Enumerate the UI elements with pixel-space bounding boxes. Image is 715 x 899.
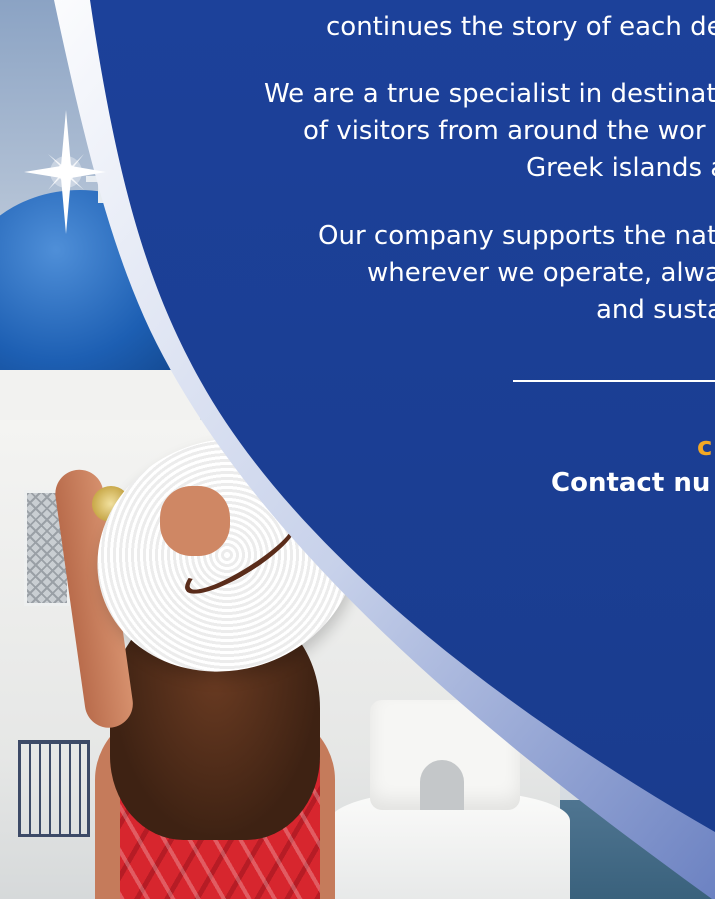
support-text-line-1: Our company supports the nat (318, 221, 715, 251)
page: continues the story of each de We are a … (0, 0, 715, 899)
intro-text-line-1: continues the story of each de (326, 12, 715, 42)
specialist-text-line-1: We are a true specialist in destinat (264, 79, 715, 109)
accent-heading-fragment: c (697, 432, 713, 462)
support-text-line-2: wherever we operate, alwa (367, 258, 715, 288)
contact-number-label: Contact nu (551, 468, 711, 498)
support-text-line-3: and susta (596, 295, 715, 325)
specialist-text-line-2: of visitors from around the wor (303, 116, 706, 146)
specialist-text-line-3: Greek islands a (526, 153, 715, 183)
divider-line (513, 380, 715, 382)
